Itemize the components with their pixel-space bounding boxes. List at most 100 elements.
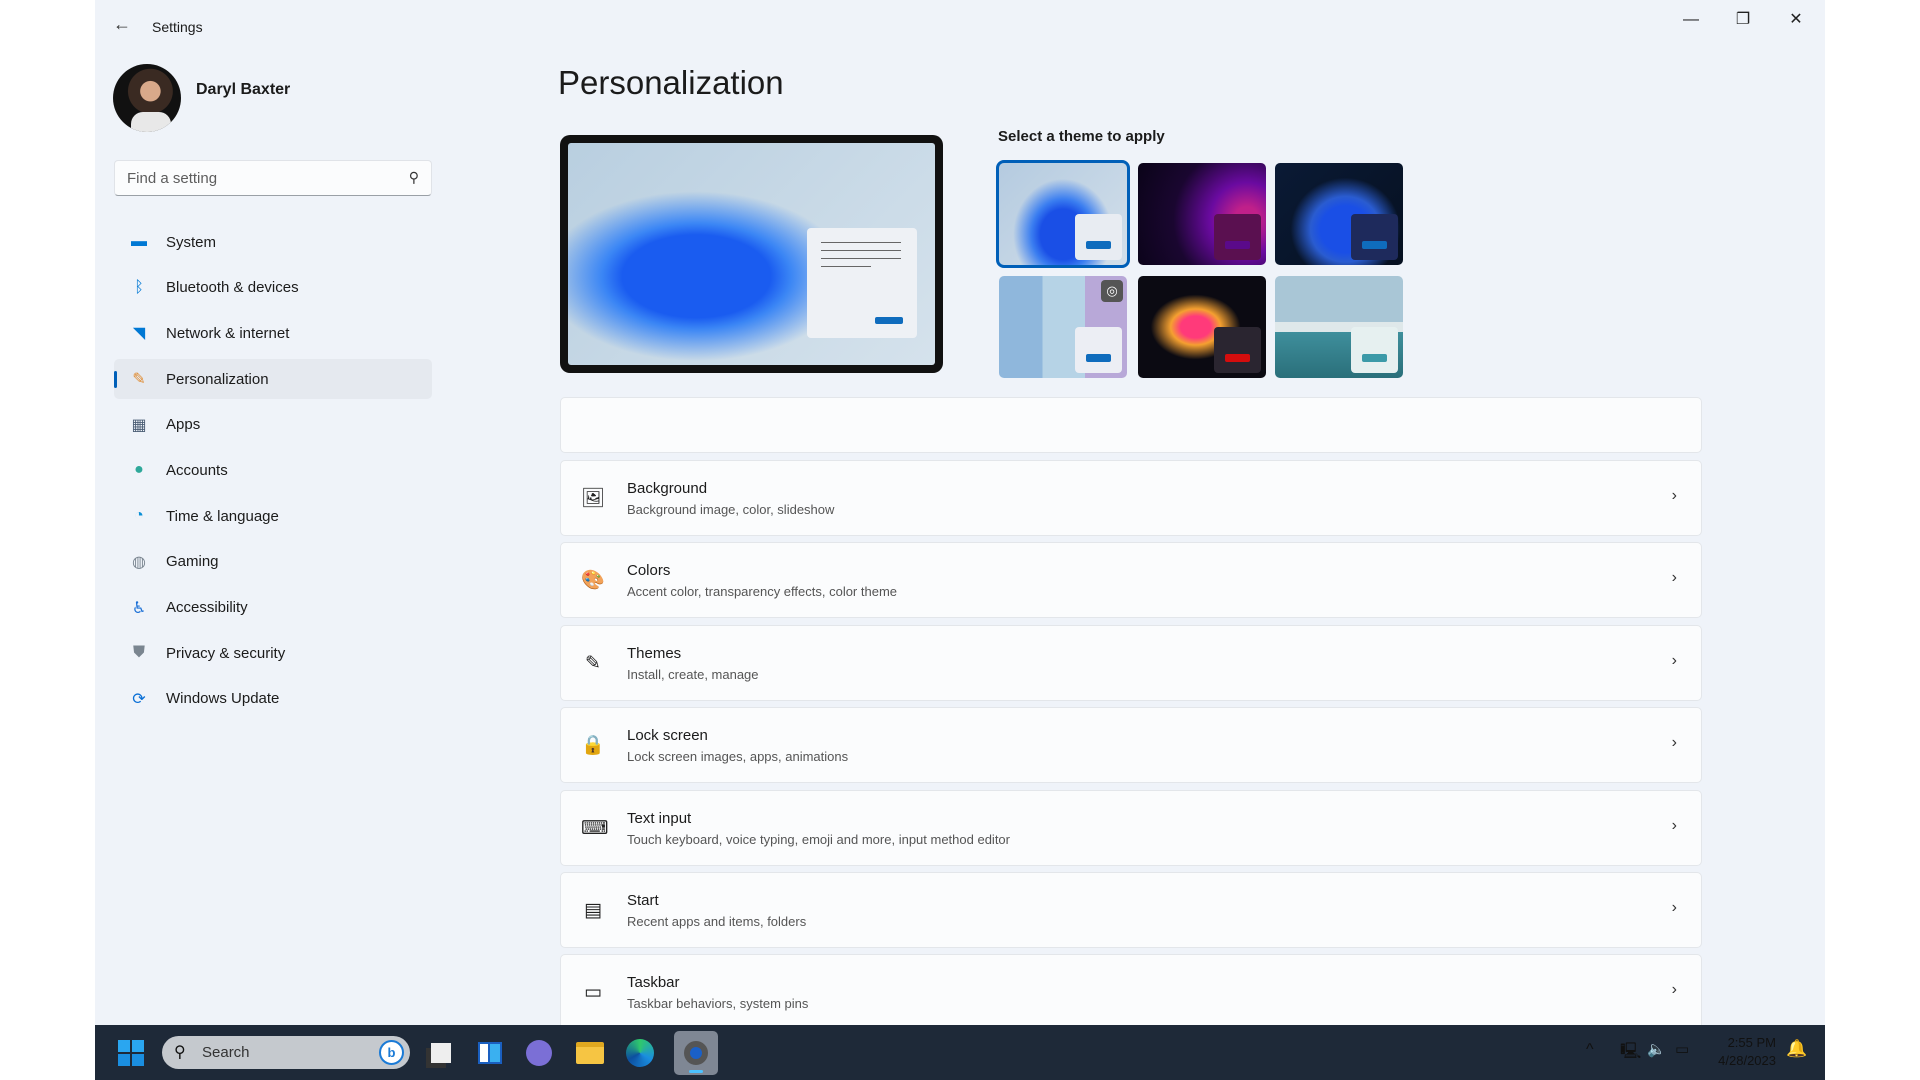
- sidebar-item-label: Windows Update: [166, 690, 280, 708]
- card-subtitle: Lock screen images, apps, animations: [627, 749, 849, 765]
- accessibility-icon: ♿: [131, 599, 147, 617]
- network-icon[interactable]: 🖳: [1620, 1040, 1641, 1067]
- task-view-button[interactable]: [424, 1036, 458, 1070]
- sidebar-item-windows-update[interactable]: ⟳ Windows Update: [114, 679, 432, 719]
- edge-button[interactable]: [623, 1036, 657, 1070]
- sidebar-item-accessibility[interactable]: ♿ Accessibility: [114, 588, 432, 628]
- theme-window-preview: [1075, 214, 1122, 260]
- theme-window-preview: [1075, 327, 1122, 373]
- card-subtitle: Background image, color, slideshow: [627, 502, 835, 517]
- theme-thumbnail[interactable]: ◎: [999, 276, 1127, 378]
- sidebar-item-label: Accounts: [166, 461, 228, 479]
- card-title: Lock screen: [627, 727, 708, 745]
- sidebar-item-label: Accessibility: [166, 599, 248, 616]
- search-icon: ⚲: [174, 1044, 186, 1061]
- search-icon[interactable]: ⚲: [409, 169, 419, 186]
- avatar[interactable]: [113, 64, 181, 132]
- monitor-icon: ▬: [131, 233, 147, 250]
- update-icon: ⟳: [132, 690, 146, 708]
- empty-card: [560, 397, 1702, 453]
- taskbar: ⚲ Search b ^ 🖳 🔈 ▭ 2:55 PM 4/28/2023 🔔: [95, 1025, 1825, 1080]
- settings-card-lock-screen[interactable]: 🔒 Lock screen Lock screen images, apps, an…: [560, 707, 1702, 784]
- sidebar-item-system[interactable]: ▬ System: [114, 222, 432, 262]
- widgets-icon: [478, 1042, 502, 1064]
- close-button[interactable]: ✕: [1773, 6, 1819, 34]
- theme-thumbnail[interactable]: [1138, 276, 1266, 378]
- volume-icon[interactable]: 🔈: [1647, 1040, 1666, 1058]
- start-button[interactable]: [114, 1036, 148, 1070]
- file-explorer-button[interactable]: [573, 1036, 607, 1070]
- sidebar-item-label: Personalization: [166, 370, 269, 388]
- settings-card-colors[interactable]: 🎨 Colors Accent color, transparency effect…: [560, 542, 1702, 619]
- person-icon: ●: [134, 461, 144, 479]
- page-title: Personalization: [558, 64, 784, 101]
- sidebar-item-label: System: [166, 233, 217, 251]
- settings-taskbar-button[interactable]: [674, 1031, 718, 1075]
- restore-button[interactable]: ❐: [1720, 6, 1766, 34]
- theme-window-preview: [1214, 327, 1261, 373]
- sidebar-item-network-internet[interactable]: ◥ Network & internet: [114, 313, 432, 353]
- sidebar-item-gaming[interactable]: ◍ Gaming: [114, 542, 432, 582]
- card-subtitle: Install, create, manage: [627, 666, 759, 682]
- teams-chat-button[interactable]: [522, 1036, 556, 1070]
- chevron-right-icon: ›: [1671, 981, 1677, 999]
- keyboard-icon: ⌨: [581, 817, 609, 839]
- clock-globe-icon: ◔: [134, 507, 144, 525]
- sidebar-item-label: Network & internet: [166, 324, 290, 342]
- settings-card-background[interactable]: 🖼 Background Background image, color, slid…: [560, 460, 1702, 536]
- palette-icon: 🎨: [581, 570, 605, 592]
- taskbar-icon: ▭: [584, 982, 602, 1004]
- clock[interactable]: 2:55 PM 4/28/2023: [1710, 1034, 1776, 1070]
- settings-card-taskbar[interactable]: ▭ Taskbar Taskbar behaviors, system pins ›: [560, 954, 1702, 1025]
- bing-icon[interactable]: b: [379, 1040, 404, 1065]
- find-setting-search[interactable]: ⚲: [114, 160, 432, 196]
- battery-icon[interactable]: ▭: [1675, 1040, 1689, 1058]
- sidebar-item-label: Privacy & security: [166, 644, 286, 662]
- theme-thumbnail[interactable]: [1275, 163, 1403, 265]
- show-hidden-icons-button[interactable]: ^: [1586, 1041, 1594, 1059]
- sidebar-item-bluetooth-devices[interactable]: ᛒ Bluetooth & devices: [114, 268, 432, 308]
- folder-icon: [576, 1042, 604, 1064]
- settings-card-text-input[interactable]: ⌨ Text input Touch keyboard, voice typing,…: [560, 789, 1702, 866]
- card-subtitle: Taskbar behaviors, system pins: [627, 996, 809, 1012]
- card-subtitle: Recent apps and items, folders: [627, 914, 807, 929]
- theme-preview: [560, 135, 943, 373]
- chevron-right-icon: ›: [1671, 487, 1677, 504]
- sidebar-item-apps[interactable]: ▦ Apps: [114, 405, 432, 445]
- time: 2:55 PM: [1727, 1035, 1776, 1050]
- bluetooth-icon: ᛒ: [134, 278, 144, 296]
- lock-screen-icon: 🔒: [581, 735, 605, 757]
- widgets-button[interactable]: [473, 1036, 507, 1070]
- card-title: Taskbar: [627, 974, 680, 992]
- theme-window-preview: [1351, 214, 1398, 260]
- spotlight-icon: ◎: [1101, 280, 1123, 302]
- chevron-right-icon: ›: [1671, 569, 1677, 587]
- theme-thumbnail[interactable]: [1138, 163, 1266, 265]
- notification-bell-icon[interactable]: 🔔: [1786, 1039, 1807, 1059]
- card-title: Themes: [627, 644, 682, 662]
- search-input[interactable]: [115, 161, 385, 195]
- sidebar-item-personalization[interactable]: ✎ Personalization: [114, 359, 432, 400]
- chevron-right-icon: ›: [1671, 651, 1677, 669]
- theme-thumbnail[interactable]: [1275, 276, 1403, 378]
- sidebar-item-time-language[interactable]: ◔ Time & language: [114, 496, 432, 536]
- theme-thumbnail[interactable]: [996, 160, 1130, 268]
- gamepad-icon: ◍: [132, 553, 146, 571]
- settings-card-themes[interactable]: ✎ Themes Install, create, manage ›: [560, 624, 1702, 701]
- sidebar-item-privacy-security[interactable]: ⛊ Privacy & security: [114, 633, 432, 673]
- minimize-button[interactable]: —: [1668, 6, 1714, 34]
- windows-logo-icon: [118, 1040, 144, 1066]
- date: 4/28/2023: [1718, 1053, 1776, 1068]
- card-title: Colors: [627, 562, 671, 580]
- chevron-right-icon: ›: [1671, 899, 1677, 916]
- sidebar-item-label: Apps: [166, 416, 201, 434]
- settings-window: ← Settings — ❐ ✕ Daryl Baxter ⚲ ▬ System ᛒ…: [95, 0, 1825, 1025]
- taskbar-search[interactable]: ⚲ Search b: [162, 1036, 410, 1069]
- sidebar-nav: ▬ System ᛒ Bluetooth & devices ◥ Network & in…: [114, 222, 432, 725]
- back-button[interactable]: ←: [113, 14, 131, 35]
- chevron-right-icon: ›: [1671, 816, 1677, 834]
- image-icon: 🖼: [581, 488, 606, 509]
- settings-card-start[interactable]: ▤ Start Recent apps and items, folders ›: [560, 872, 1702, 948]
- sidebar-item-accounts[interactable]: ● Accounts: [114, 450, 432, 490]
- taskbar-search-label: Search: [202, 1044, 250, 1061]
